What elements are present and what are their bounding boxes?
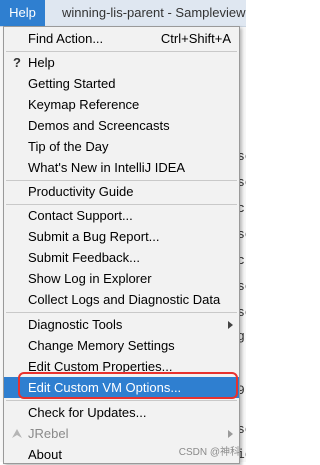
menu-item-help[interactable]: ? Help — [4, 52, 239, 73]
watermark: CSDN @神科 — [178, 447, 240, 458]
menu-item-tip-of-the-day[interactable]: Tip of the Day — [4, 136, 239, 157]
menu-item-diagnostic-tools[interactable]: Diagnostic Tools — [4, 314, 239, 335]
menu-item-demos-screencasts[interactable]: Demos and Screencasts — [4, 115, 239, 136]
menu-item-show-log[interactable]: Show Log in Explorer — [4, 268, 239, 289]
menu-item-edit-custom-vm-options[interactable]: Edit Custom VM Options... — [4, 377, 239, 398]
menu-item-collect-logs[interactable]: Collect Logs and Diagnostic Data — [4, 289, 239, 310]
menu-item-label: Collect Logs and Diagnostic Data — [28, 292, 221, 307]
menu-separator — [6, 312, 237, 313]
menu-item-find-action[interactable]: Find Action... Ctrl+Shift+A — [4, 28, 239, 49]
menu-item-label: Tip of the Day — [28, 139, 109, 154]
window-title: winning-lis-parent - Sampleview — [62, 5, 246, 20]
menu-item-label: Demos and Screencasts — [28, 118, 170, 133]
menu-bar: Help winning-lis-parent - Sampleview — [0, 0, 246, 27]
menu-item-label: Edit Custom VM Options... — [28, 380, 182, 395]
menu-item-label: Submit Feedback... — [28, 250, 140, 265]
menu-item-label: Show Log in Explorer — [28, 271, 152, 286]
submenu-arrow-icon — [228, 321, 233, 329]
menu-item-check-updates[interactable]: Check for Updates... — [4, 402, 239, 423]
menu-item-edit-custom-properties[interactable]: Edit Custom Properties... — [4, 356, 239, 377]
menu-item-keymap-reference[interactable]: Keymap Reference — [4, 94, 239, 115]
menu-item-label: Contact Support... — [28, 208, 133, 223]
menu-item-label: Check for Updates... — [28, 405, 147, 420]
menu-item-label: Find Action... — [28, 31, 104, 46]
menu-item-submit-feedback[interactable]: Submit Feedback... — [4, 247, 239, 268]
menu-item-label: Productivity Guide — [28, 184, 134, 199]
jrebel-icon — [12, 429, 22, 438]
shortcut-label: Ctrl+Shift+A — [160, 31, 231, 46]
help-menu[interactable]: Help — [0, 0, 45, 26]
menu-item-whats-new[interactable]: What's New in IntelliJ IDEA — [4, 157, 239, 178]
menu-item-label: Change Memory Settings — [28, 338, 175, 353]
menu-item-getting-started[interactable]: Getting Started — [4, 73, 239, 94]
menu-item-label: Edit Custom Properties... — [28, 359, 173, 374]
menu-item-contact-support[interactable]: Contact Support... — [4, 205, 239, 226]
menu-item-label: What's New in IntelliJ IDEA — [28, 160, 186, 175]
menu-item-label: Help — [28, 55, 55, 70]
question-mark-icon: ? — [13, 55, 21, 70]
menu-item-label: JRebel — [28, 426, 69, 441]
submenu-arrow-icon — [228, 430, 233, 438]
menu-item-label: Submit a Bug Report... — [28, 229, 160, 244]
menu-item-label: Keymap Reference — [28, 97, 140, 112]
menu-item-productivity-guide[interactable]: Productivity Guide — [4, 181, 239, 202]
menu-item-submit-bug-report[interactable]: Submit a Bug Report... — [4, 226, 239, 247]
menu-item-label: Diagnostic Tools — [28, 317, 123, 332]
menu-item-change-memory[interactable]: Change Memory Settings — [4, 335, 239, 356]
menu-item-jrebel[interactable]: JRebel — [4, 423, 239, 444]
menu-separator — [6, 400, 237, 401]
help-popup-menu: Find Action... Ctrl+Shift+A ? Help Getti… — [3, 26, 240, 464]
menu-item-label: Getting Started — [28, 76, 116, 91]
